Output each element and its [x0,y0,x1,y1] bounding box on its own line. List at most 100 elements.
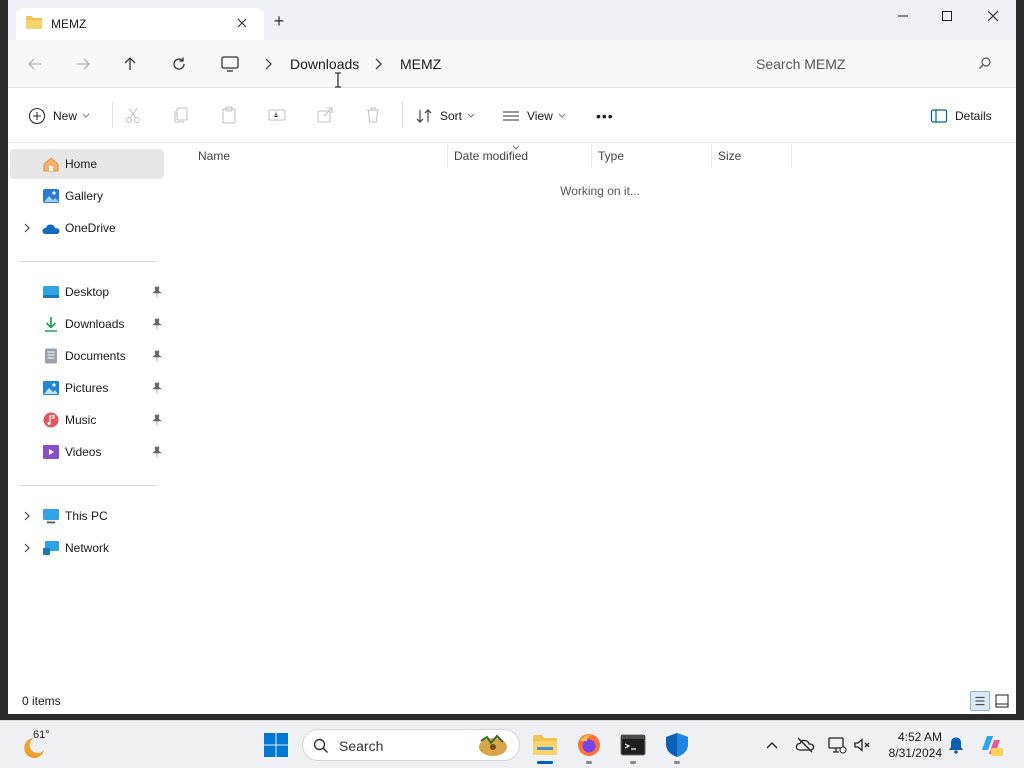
chevron-up-icon[interactable] [762,735,782,755]
tab-memz[interactable]: MEMZ [16,8,264,40]
sidebar-item-gallery[interactable]: Gallery [10,181,164,211]
maximize-icon [942,11,952,21]
pin-icon[interactable] [152,446,162,458]
close-window-button[interactable] [970,4,1016,28]
column-header-name[interactable]: Name [192,144,448,168]
refresh-icon [173,57,185,70]
arrow-right-icon [77,58,90,70]
details-label: Details [955,109,992,123]
navigation-pane: Home Gallery OneDrive Desktop Downloads [8,144,172,688]
pin-icon[interactable] [152,382,162,394]
file-explorer-icon [533,735,557,755]
refresh-button[interactable] [167,52,191,76]
notification-bell-icon[interactable] [946,735,966,755]
copy-icon[interactable] [171,105,191,125]
mouse-cursor-icon [335,72,341,88]
new-tab-button[interactable]: + [270,12,288,30]
clock-date: 8/31/2024 [888,746,942,760]
sort-button[interactable]: Sort [415,105,475,127]
sidebar-item-label: Music [65,413,97,427]
sidebar-item-network[interactable]: Network [10,533,164,563]
running-indicator [630,761,636,764]
arrow-left-icon [28,58,41,70]
weather-temperature: 61° [33,729,50,741]
paste-icon[interactable] [219,105,239,125]
chevron-right-icon[interactable] [22,543,32,553]
close-tab-icon[interactable] [234,15,250,31]
breadcrumb-memz[interactable]: MEMZ [400,56,441,72]
address-row: Downloads MEMZ Search MEMZ [8,40,1016,88]
copilot-icon[interactable] [978,732,1004,758]
breadcrumb[interactable]: Downloads MEMZ [212,46,732,82]
system-clock[interactable]: 4:52 AM 8/31/2024 [880,729,942,761]
divider [402,102,403,128]
sidebar-item-videos[interactable]: Videos [10,437,164,467]
sidebar-item-label: Network [65,541,110,555]
view-button[interactable]: View [502,105,566,127]
title-bar[interactable]: MEMZ + [8,0,1016,40]
sidebar-item-this-pc[interactable]: This PC [10,501,164,531]
volume-muted-icon[interactable] [852,735,872,755]
sidebar-divider [20,261,156,262]
cloud-icon [42,224,60,234]
clock-time: 4:52 AM [897,730,942,744]
chevron-right-icon[interactable] [22,511,32,521]
rename-icon[interactable] [267,105,287,125]
sidebar-item-label: Gallery [65,189,104,203]
sidebar-item-home[interactable]: Home [10,149,164,179]
desktop-icon [43,286,59,298]
cut-icon[interactable] [123,105,143,125]
column-header-size[interactable]: Size [712,144,792,168]
delete-icon[interactable] [363,105,383,125]
taskbar-search-label: Search [339,738,384,754]
sidebar-item-pictures[interactable]: Pictures [10,373,164,403]
pin-icon[interactable] [152,414,162,426]
start-windows-icon[interactable] [262,731,290,759]
file-list: Name Date modified Type Size Working on … [172,144,1016,688]
back-button[interactable] [23,52,47,76]
details-view-icon[interactable] [970,691,990,711]
videos-icon [43,445,59,459]
pin-icon[interactable] [152,286,162,298]
column-header-type[interactable]: Type [592,144,712,168]
sidebar-item-label: Downloads [65,317,125,331]
computer-icon [221,56,239,72]
search-placeholder: Search MEMZ [756,56,846,72]
minimize-button[interactable] [880,4,926,28]
share-icon[interactable] [315,105,335,125]
network-display-icon[interactable] [827,735,847,755]
search-input[interactable]: Search MEMZ [744,46,1004,82]
details-button[interactable]: Details [930,105,992,127]
chevron-down-icon [558,113,566,118]
sidebar-item-desktop[interactable]: Desktop [10,277,164,307]
plus-circle-icon [28,107,46,125]
chevron-down-icon [82,113,90,118]
sort-icon [416,109,432,123]
more-options-button[interactable]: ••• [596,105,614,127]
weather-widget[interactable]: 61° [18,727,78,763]
tiles-view-icon[interactable] [992,691,1012,711]
view-list-icon [503,111,519,121]
up-button[interactable] [118,52,142,76]
maximize-button[interactable] [924,4,970,28]
sidebar-item-documents[interactable]: Documents [10,341,164,371]
pin-icon[interactable] [152,350,162,362]
breadcrumb-downloads[interactable]: Downloads [290,56,359,72]
sidebar-item-label: Documents [65,349,126,363]
column-header-date-modified[interactable]: Date modified [448,144,592,168]
home-icon [43,157,59,172]
onedrive-offline-icon[interactable] [795,735,815,755]
pin-icon[interactable] [152,318,162,330]
divider [112,102,113,128]
folder-icon [26,16,42,29]
forward-button[interactable] [71,52,95,76]
chevron-right-icon[interactable] [22,223,32,233]
command-bar: New Sort View ••• Details [8,88,1016,143]
sidebar-item-onedrive[interactable]: OneDrive [10,213,164,243]
sidebar-item-label: Home [65,157,98,171]
command-prompt-icon [620,734,646,756]
sidebar-item-music[interactable]: Music [10,405,164,435]
sidebar-item-downloads[interactable]: Downloads [10,309,164,339]
new-button[interactable]: New [28,105,90,127]
taskbar-search[interactable]: Search [302,729,520,761]
